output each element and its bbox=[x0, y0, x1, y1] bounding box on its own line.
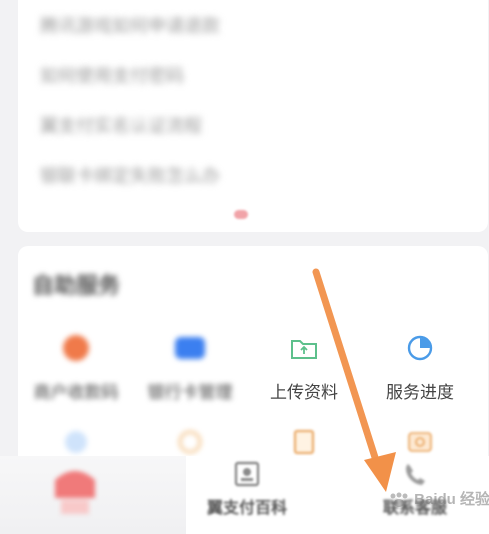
light-blue-circle-icon bbox=[60, 426, 92, 458]
video-icon bbox=[404, 426, 436, 458]
service-label: 银行卡管理 bbox=[147, 383, 233, 402]
bottom-bar-left bbox=[0, 456, 186, 534]
service-merchant-qr[interactable]: 商户收款码 bbox=[18, 332, 134, 403]
services-title: 自助服务 bbox=[32, 273, 121, 298]
pager-dot bbox=[234, 210, 248, 219]
screen: 腾讯游戏如何申请退款 如何使用支付密码 翼支付实名认证流程 银联卡绑定失败怎么办… bbox=[0, 0, 489, 534]
red-shape-icon bbox=[55, 471, 95, 514]
faq-item[interactable]: 翼支付实名认证流程 bbox=[40, 114, 202, 138]
faq-card: 腾讯游戏如何申请退款 如何使用支付密码 翼支付实名认证流程 银联卡绑定失败怎么办 bbox=[18, 0, 488, 232]
service-label: 商户收款码 bbox=[33, 383, 119, 402]
bank-card-icon bbox=[174, 332, 206, 364]
coin-icon bbox=[174, 426, 206, 458]
progress-pie-icon bbox=[404, 332, 436, 364]
service-progress[interactable]: 服务进度 bbox=[362, 332, 478, 403]
service-label: 上传资料 bbox=[270, 383, 338, 402]
faq-item[interactable]: 银联卡绑定失败怎么办 bbox=[40, 164, 220, 188]
service-bank-card[interactable]: 银行卡管理 bbox=[132, 332, 248, 403]
service-row2-item[interactable] bbox=[18, 426, 134, 458]
service-row2-item[interactable] bbox=[362, 426, 478, 458]
book-icon bbox=[233, 460, 261, 488]
paw-icon bbox=[390, 492, 408, 508]
upload-folder-icon bbox=[288, 332, 320, 364]
tab-encyclopedia-label: 翼支付百科 bbox=[206, 500, 287, 517]
service-row2-item[interactable] bbox=[132, 426, 248, 458]
watermark-text: Baidu 经验 bbox=[414, 491, 489, 508]
service-upload-docs[interactable]: 上传资料 bbox=[246, 332, 362, 403]
faq-item[interactable]: 如何使用支付密码 bbox=[40, 64, 184, 88]
orange-circle-icon bbox=[60, 332, 92, 364]
document-icon bbox=[288, 426, 320, 458]
watermark: Baidu 经验 bbox=[388, 488, 489, 509]
tab-encyclopedia[interactable]: 翼支付百科 bbox=[172, 460, 322, 518]
service-row2-item[interactable] bbox=[246, 426, 362, 458]
service-label: 服务进度 bbox=[386, 383, 454, 402]
phone-icon bbox=[401, 460, 429, 488]
faq-item[interactable]: 腾讯游戏如何申请退款 bbox=[40, 14, 220, 38]
